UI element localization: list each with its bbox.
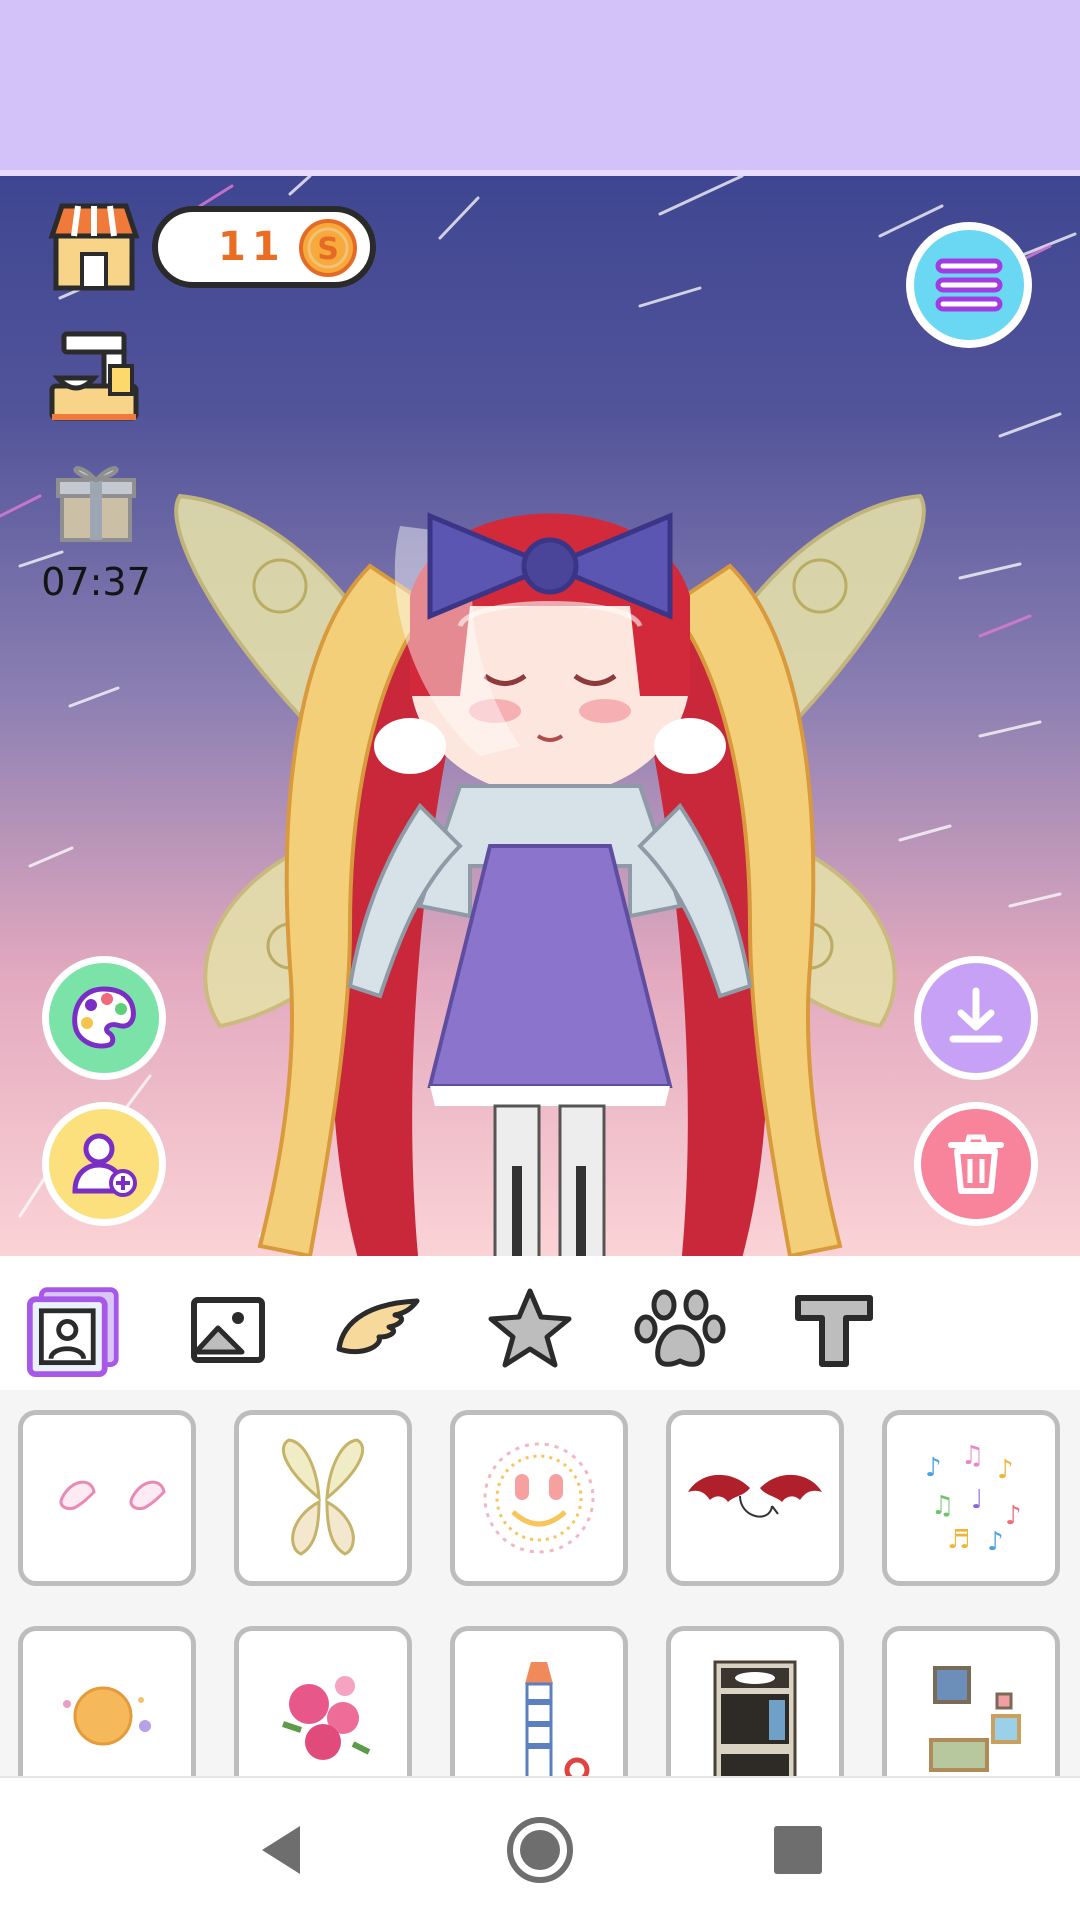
tab-image[interactable] — [180, 1282, 276, 1378]
music-notes-icon: ♪ ♫ ♪ ♫ ♩ ♪ ♬ ♪ — [925, 1441, 1022, 1557]
angel-wings-icon — [59, 1480, 166, 1510]
delete-button[interactable] — [914, 1102, 1038, 1226]
system-navigation-bar — [0, 1776, 1080, 1920]
nav-home-button[interactable] — [498, 1808, 582, 1892]
nav-back-button[interactable] — [240, 1808, 324, 1892]
app-screen: 11 S 07:37 ♪ ♫ ♪ ♫ ♩ ♪ ♬ ♪ — [0, 0, 1080, 1920]
bat-wings-icon — [688, 1474, 822, 1518]
tab-wing[interactable] — [330, 1282, 426, 1378]
fairy-wings-icon — [281, 1438, 365, 1556]
planet-icon — [63, 1686, 151, 1746]
shop-icon — [48, 203, 140, 291]
item-planet[interactable] — [18, 1626, 196, 1776]
palette-icon — [72, 986, 136, 1049]
gift-button[interactable] — [54, 454, 138, 544]
palette-button[interactable] — [42, 956, 166, 1080]
item-roses[interactable] — [234, 1626, 412, 1776]
tab-pet[interactable] — [632, 1282, 728, 1378]
item-lighthouse[interactable] — [450, 1626, 628, 1776]
gift-icon — [56, 466, 136, 542]
character-figure[interactable] — [160, 446, 940, 1256]
svg-text:♪: ♪ — [925, 1453, 942, 1483]
paw-icon — [634, 1289, 726, 1367]
add-person-icon — [72, 1133, 137, 1197]
add-character-button[interactable] — [42, 1102, 166, 1226]
roses-icon — [282, 1676, 371, 1760]
home-circle-icon — [507, 1817, 573, 1883]
menu-button[interactable] — [906, 222, 1032, 348]
photo-frame-icon — [26, 1287, 119, 1378]
svg-text:♬: ♬ — [947, 1525, 970, 1555]
nav-recents-button[interactable] — [756, 1808, 840, 1892]
svg-text:♪: ♪ — [987, 1527, 1004, 1557]
item-fairy-wings[interactable] — [234, 1410, 412, 1586]
smiley-halo-icon — [483, 1442, 595, 1554]
item-grid: ♪ ♫ ♪ ♫ ♩ ♪ ♬ ♪ — [0, 1390, 1080, 1776]
item-shelf[interactable] — [666, 1626, 844, 1776]
trash-icon — [948, 1134, 1004, 1194]
tab-star[interactable] — [482, 1282, 578, 1378]
coin-count: 11 — [218, 224, 286, 270]
vending-machine-icon — [49, 331, 139, 421]
category-tab-bar — [0, 1256, 1080, 1390]
gift-timer: 07:37 — [41, 560, 151, 604]
download-button[interactable] — [914, 956, 1038, 1080]
lighthouse-icon — [525, 1662, 590, 1776]
shelf-icon — [713, 1660, 797, 1776]
coin-icon: S — [299, 219, 357, 277]
recents-square-icon — [774, 1826, 822, 1874]
wing-icon — [336, 1298, 420, 1355]
image-icon — [191, 1297, 265, 1363]
svg-text:♪: ♪ — [997, 1455, 1014, 1485]
svg-text:♫: ♫ — [931, 1491, 954, 1521]
svg-text:♩: ♩ — [971, 1485, 983, 1515]
text-icon — [795, 1295, 873, 1367]
item-bat-wings[interactable] — [666, 1410, 844, 1586]
back-triangle-icon — [262, 1826, 300, 1874]
download-icon — [949, 987, 1003, 1043]
tab-background-photo[interactable] — [26, 1282, 122, 1378]
star-icon — [488, 1288, 572, 1368]
coin-symbol: S — [317, 232, 339, 267]
vending-machine-button[interactable] — [44, 326, 144, 426]
item-angel-wings[interactable] — [18, 1410, 196, 1586]
svg-text:♫: ♫ — [961, 1441, 984, 1471]
svg-text:♪: ♪ — [1005, 1501, 1022, 1531]
menu-icon — [935, 258, 1003, 312]
tab-text[interactable] — [786, 1282, 882, 1378]
item-music-notes[interactable]: ♪ ♫ ♪ ♫ ♩ ♪ ♬ ♪ — [882, 1410, 1060, 1586]
dress-up-stage — [0, 176, 1080, 1256]
ad-banner[interactable] — [0, 0, 1080, 176]
shop-button[interactable] — [44, 196, 144, 296]
coin-balance[interactable]: 11 S — [152, 206, 376, 288]
picture-frames-icon — [929, 1666, 1021, 1772]
item-smiley-halo[interactable] — [450, 1410, 628, 1586]
item-picture-frames[interactable] — [882, 1626, 1060, 1776]
